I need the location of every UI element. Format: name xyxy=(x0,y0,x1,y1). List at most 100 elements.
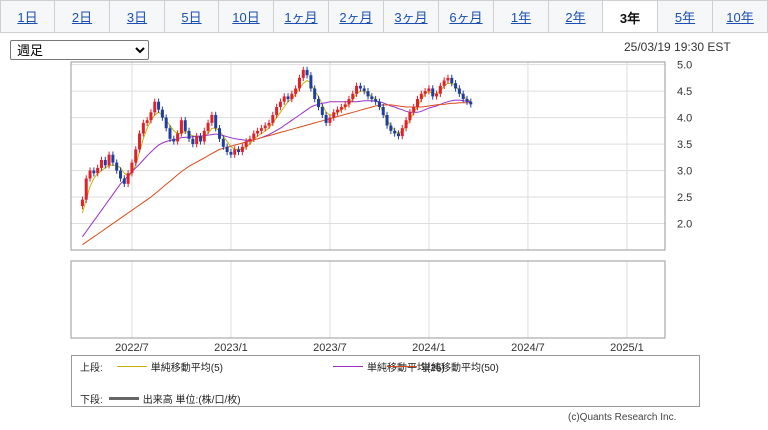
candle-body xyxy=(446,77,450,81)
legend-ma50-swatch xyxy=(387,366,417,367)
candle-body xyxy=(218,128,221,139)
candle-body xyxy=(221,138,225,147)
candle-body xyxy=(244,141,248,147)
candle-body xyxy=(374,99,378,102)
candle-body xyxy=(442,80,446,86)
candle-body xyxy=(389,125,393,131)
candle-body xyxy=(438,85,442,94)
candle-body xyxy=(286,96,290,100)
candle-body xyxy=(240,146,244,153)
candle-body xyxy=(450,77,454,84)
candle-body xyxy=(263,125,267,129)
legend-ma25-swatch xyxy=(333,366,363,367)
candle-body xyxy=(271,114,275,123)
candle-body xyxy=(305,69,309,76)
candle-body xyxy=(259,128,263,131)
candle-body xyxy=(385,114,389,126)
candle-body xyxy=(145,120,149,123)
candle-body xyxy=(126,173,130,184)
candle-body xyxy=(252,133,256,139)
candle-body xyxy=(206,122,210,131)
candle-body xyxy=(248,138,252,142)
candle-body xyxy=(138,133,142,150)
candle-body xyxy=(195,136,199,145)
candle-body xyxy=(461,93,465,100)
candle-body xyxy=(343,104,347,108)
candle-body xyxy=(431,88,435,97)
candle-body xyxy=(168,128,172,139)
candle-body xyxy=(290,93,294,100)
candle-body xyxy=(400,128,404,137)
candle-body xyxy=(176,133,180,142)
candle-body xyxy=(122,178,126,184)
candle-body xyxy=(214,114,218,129)
candle-body xyxy=(111,154,115,163)
candle-body xyxy=(210,114,214,123)
candle-body xyxy=(96,167,100,174)
candle-body xyxy=(370,96,374,100)
candle-body xyxy=(381,107,385,115)
candle-body xyxy=(191,138,195,145)
candle-body xyxy=(99,159,103,168)
x-tick-label: 2023/7 xyxy=(313,342,347,354)
candle-body xyxy=(416,99,419,108)
candle-body xyxy=(408,112,412,121)
candle-body xyxy=(229,152,233,155)
candle-body xyxy=(469,101,473,105)
y-tick-label: 2.0 xyxy=(677,219,692,231)
candle-body xyxy=(267,122,271,126)
legend-volume-swatch xyxy=(108,397,139,400)
x-tick-label: 2022/7 xyxy=(115,342,149,354)
candle-body xyxy=(160,109,164,118)
legend-ma50: 単純移動平均(50) xyxy=(421,363,499,374)
legend: 上段: 単純移動平均(5) 単純移動平均(25) 単純移動平均(50) 下段: … xyxy=(71,355,700,407)
candle-body xyxy=(339,107,343,110)
candle-body xyxy=(419,93,423,100)
legend-upper-row: 上段: 単純移動平均(5) xyxy=(80,359,223,374)
candle-body xyxy=(179,120,183,134)
legend-upper-label: 上段: xyxy=(80,363,103,374)
legend-ma50-row: 単純移動平均(50) xyxy=(383,359,499,374)
y-tick-label: 2.5 xyxy=(677,192,692,204)
legend-volume: 出来高 単位:(株/口/枚) xyxy=(142,395,241,406)
candle-body xyxy=(225,146,229,153)
candle-body xyxy=(355,85,359,94)
candle-body xyxy=(465,99,469,102)
candle-body xyxy=(141,122,145,134)
candle-body xyxy=(172,138,176,142)
candle-body xyxy=(164,117,168,129)
volume-panel-frame xyxy=(70,260,666,339)
candle-body xyxy=(134,149,138,163)
candle-body xyxy=(336,109,340,113)
credit: (c)Quants Research Inc. xyxy=(568,412,677,423)
candle-body xyxy=(256,130,260,134)
candle-body xyxy=(237,149,241,153)
x-tick-label: 2023/1 xyxy=(214,342,248,354)
candle-body xyxy=(157,101,161,110)
y-tick-label: 5.0 xyxy=(677,60,692,72)
y-tick-label: 4.5 xyxy=(677,86,692,98)
y-tick-label: 3.0 xyxy=(677,166,692,178)
x-tick-label: 2025/1 xyxy=(610,342,644,354)
candle-body xyxy=(80,199,84,207)
candle-body xyxy=(427,88,431,92)
candle-body xyxy=(309,75,313,89)
candle-body xyxy=(358,85,362,89)
candle-body xyxy=(107,154,111,166)
candle-body xyxy=(282,96,286,102)
candle-body xyxy=(115,162,119,171)
candle-body xyxy=(412,107,416,113)
candle-body xyxy=(130,162,134,174)
legend-lower-label: 下段: xyxy=(80,395,103,406)
candle-body xyxy=(88,170,92,179)
candle-body xyxy=(119,170,122,179)
x-tick-label: 2024/7 xyxy=(511,342,545,354)
legend-lower-row: 下段: 出来高 単位:(株/口/枚) xyxy=(80,391,241,406)
x-tick-label: 2024/1 xyxy=(412,342,446,354)
candle-body xyxy=(366,91,370,97)
legend-ma5-swatch xyxy=(116,366,147,367)
candle-body xyxy=(153,101,157,113)
candle-body xyxy=(187,130,191,139)
candle-body xyxy=(202,130,206,142)
ma-line-1 xyxy=(81,99,471,238)
